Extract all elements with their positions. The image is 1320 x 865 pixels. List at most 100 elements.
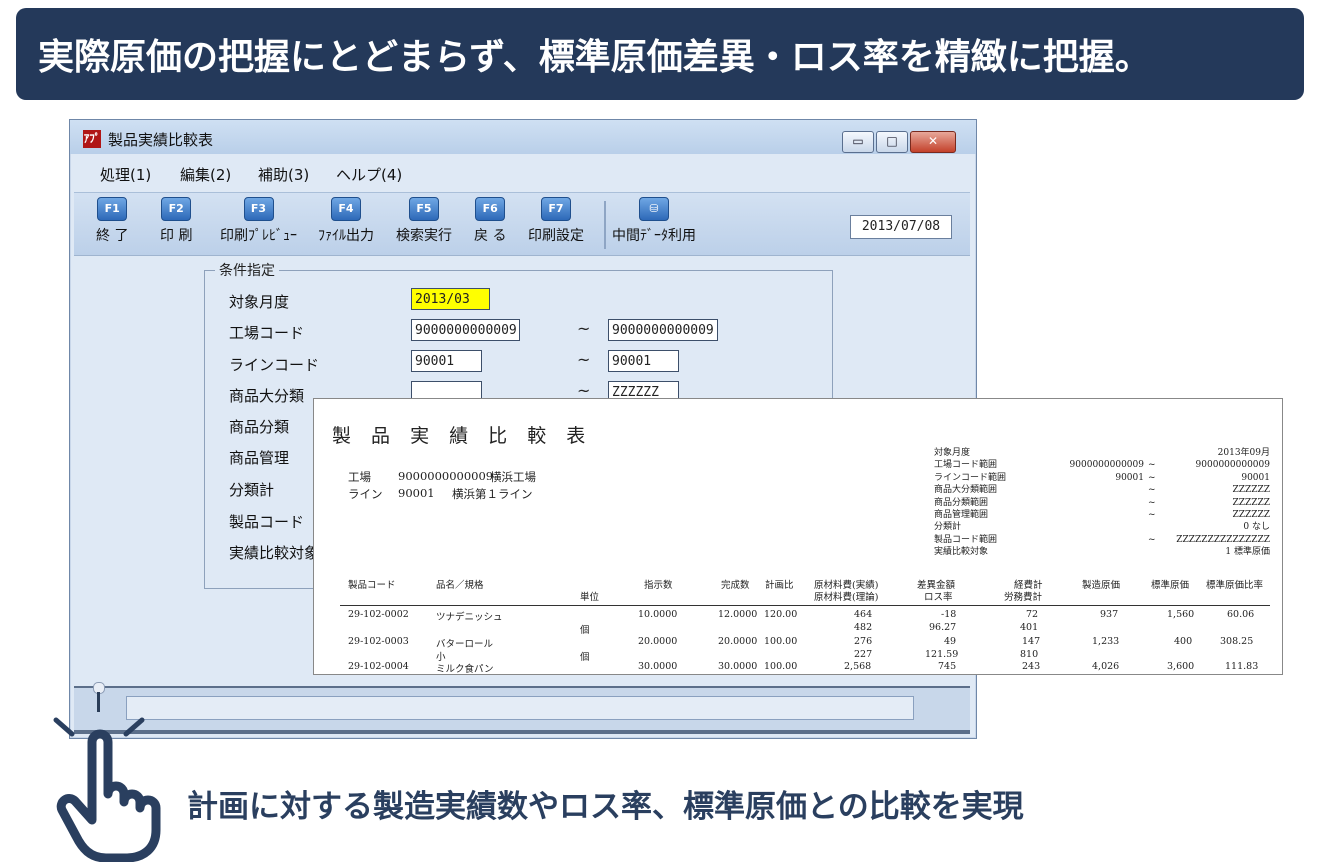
maximize-button[interactable]: □ xyxy=(876,131,908,153)
col-head-unit: 単位 xyxy=(580,592,600,603)
headline-text: 実際原価の把握にとどまらず、標準原価差異・ロス率を精緻に把握。 xyxy=(38,37,1151,78)
f5-search-button[interactable]: F5 検索実行 xyxy=(396,197,452,245)
label-product-management: 商品管理 xyxy=(229,449,290,467)
row2-done: 20.0000 xyxy=(718,636,758,647)
label-product-code: 製品コード xyxy=(229,513,305,531)
factory-code-to-input[interactable]: 9000000000009 xyxy=(608,319,718,341)
row1-done: 12.0000 xyxy=(718,609,758,620)
row3-std: 3,600 xyxy=(1167,661,1195,672)
col-head-labor: 労務費計 xyxy=(1004,592,1043,603)
row2-labor: 810 xyxy=(1020,649,1039,660)
row1-material-actual: 464 xyxy=(854,609,873,620)
col-head-name: 品名／規格 xyxy=(436,580,484,591)
col-head-std: 標準原価 xyxy=(1151,580,1190,591)
row2-plan: 20.0000 xyxy=(638,636,678,647)
f3-key-icon: F3 xyxy=(243,197,274,221)
line-code-to-input[interactable]: 90001 xyxy=(608,350,679,372)
f4-key-icon: F4 xyxy=(331,197,361,221)
bottom-caption: 計画に対する製造実績数やロス率、標準原価との比較を実現 xyxy=(187,789,1024,825)
meta-row: 商品大分類範囲 ~ ZZZZZZ xyxy=(934,485,1270,496)
row2-material-actual: 276 xyxy=(854,636,873,647)
intermediate-data-button[interactable]: ⛁ 中間ﾃﾞｰﾀ利用 xyxy=(612,197,696,245)
status-bar-bottom-line xyxy=(74,730,970,734)
report-factory-label: 工場 xyxy=(348,470,371,484)
row3-diff: 745 xyxy=(938,661,957,672)
meta-row: ラインコード範囲 90001 ~90001 xyxy=(934,472,1270,483)
meta-row: 工場コード範囲 9000000000009 ~9000000000009 xyxy=(934,460,1270,471)
label-major-category: 商品大分類 xyxy=(229,387,305,405)
meta-row: 製品コード範囲 ~ ZZZZZZZZZZZZZZZ xyxy=(934,534,1270,545)
row1-unit: 個 xyxy=(580,625,590,636)
f4-file-output-button[interactable]: F4 ﾌｧｲﾙ出力 xyxy=(318,197,374,245)
col-head-loss: ロス率 xyxy=(924,592,953,603)
meta-row: 対象月度 2013年09月 xyxy=(934,448,1270,458)
row1-name: ツナデニッシュ xyxy=(436,612,503,623)
line-code-from-input[interactable]: 90001 xyxy=(411,350,482,372)
row1-loss: 96.27 xyxy=(929,622,957,633)
f7-label: 印刷設定 xyxy=(528,228,584,244)
menu-edit[interactable]: 編集(2) xyxy=(180,164,231,185)
row1-mfg: 937 xyxy=(1100,609,1119,620)
col-head-plan: 指示数 xyxy=(644,580,673,591)
f1-exit-button[interactable]: F1 終 了 xyxy=(96,197,128,245)
row2-std-ratio: 308.25 xyxy=(1220,636,1254,647)
f3-preview-button[interactable]: F3 印刷ﾌﾟﾚﾋﾞｭｰ xyxy=(220,197,297,245)
label-category: 商品分類 xyxy=(229,418,290,436)
col-head-std-ratio: 標準原価比率 xyxy=(1206,580,1264,591)
system-date: 2013/07/08 xyxy=(850,215,952,239)
row3-plan: 30.0000 xyxy=(638,661,678,672)
meta-row: 分類計 0 なし xyxy=(934,522,1270,533)
row3-done: 30.0000 xyxy=(718,661,758,672)
row1-plan: 10.0000 xyxy=(638,609,678,620)
row2-name: バターロール xyxy=(436,639,494,650)
f1-label: 終 了 xyxy=(96,228,129,244)
report-factory-code: 9000000000009 xyxy=(398,469,494,483)
label-comparison-target: 実績比較対象 xyxy=(229,544,320,562)
title-bar[interactable]: ｱﾌﾟ 製品実績比較表 ▭ □ ✕ xyxy=(70,120,976,154)
close-button[interactable]: ✕ xyxy=(910,131,956,153)
f7-key-icon: F7 xyxy=(541,197,571,221)
minimize-button[interactable]: ▭ xyxy=(842,131,874,153)
row1-diff: -18 xyxy=(941,609,957,620)
row3-material-actual: 2,568 xyxy=(844,661,872,672)
row3-name: ミルク食パン xyxy=(436,664,494,675)
target-month-input[interactable]: 2013/03 xyxy=(411,288,490,310)
meta-row: 商品分類範囲 ~ ZZZZZZ xyxy=(934,497,1270,508)
toolbar: F1 終 了 F2 印 刷 F3 印刷ﾌﾟﾚﾋﾞｭｰ F4 ﾌｧｲﾙ出力 F5 … xyxy=(74,192,970,256)
f6-back-button[interactable]: F6 戻 る xyxy=(474,197,506,245)
status-bar xyxy=(74,682,970,734)
intermediate-data-label: 中間ﾃﾞｰﾀ利用 xyxy=(612,228,696,244)
headline-banner: 実際原価の把握にとどまらず、標準原価差異・ロス率を精緻に把握。 xyxy=(16,8,1304,100)
factory-code-from-input[interactable]: 9000000000009 xyxy=(411,319,520,341)
meta-row: 実績比較対象 1 標準原価 xyxy=(934,547,1270,558)
f7-print-settings-button[interactable]: F7 印刷設定 xyxy=(528,197,584,245)
row2-loss: 121.59 xyxy=(925,649,959,660)
row3-mfg: 4,026 xyxy=(1092,661,1120,672)
report-preview: 製 品 実 績 比 較 表 工場 9000000000009 横浜工場 ライン … xyxy=(313,398,1283,675)
row1-material-theory: 482 xyxy=(854,622,873,633)
row3-expense: 243 xyxy=(1022,661,1041,672)
row2-expense: 147 xyxy=(1022,636,1041,647)
row1-expense: 72 xyxy=(1026,609,1039,620)
row2-unit: 個 xyxy=(580,652,590,663)
f5-key-icon: F5 xyxy=(409,197,439,221)
menu-process[interactable]: 処理(1) xyxy=(100,164,151,185)
report-line-name: 横浜第１ライン xyxy=(452,487,533,501)
report-line-code: 90001 xyxy=(398,486,435,500)
row2-mfg: 1,233 xyxy=(1092,636,1120,647)
tap-hand-icon xyxy=(53,717,161,862)
menu-assist[interactable]: 補助(3) xyxy=(258,164,309,185)
row1-code: 29-102-0002 xyxy=(348,609,409,620)
f2-print-button[interactable]: F2 印 刷 xyxy=(160,197,192,245)
factory-range-tilde: ~ xyxy=(577,319,591,338)
f3-label: 印刷ﾌﾟﾚﾋﾞｭｰ xyxy=(220,228,297,244)
menu-help[interactable]: ヘルプ(4) xyxy=(336,164,402,185)
menu-bar: 処理(1) 編集(2) 補助(3) ヘルプ(4) xyxy=(70,158,976,188)
toolbar-separator xyxy=(604,201,606,249)
col-head-material-theory: 原材料費(理論) xyxy=(814,592,879,603)
report-line-label: ライン xyxy=(348,487,383,501)
meta-row: 商品管理範囲 ~ ZZZZZZ xyxy=(934,509,1270,520)
label-class-total: 分類計 xyxy=(229,481,275,499)
row2-std: 400 xyxy=(1174,636,1193,647)
col-head-ratio: 計画比 xyxy=(765,580,794,591)
